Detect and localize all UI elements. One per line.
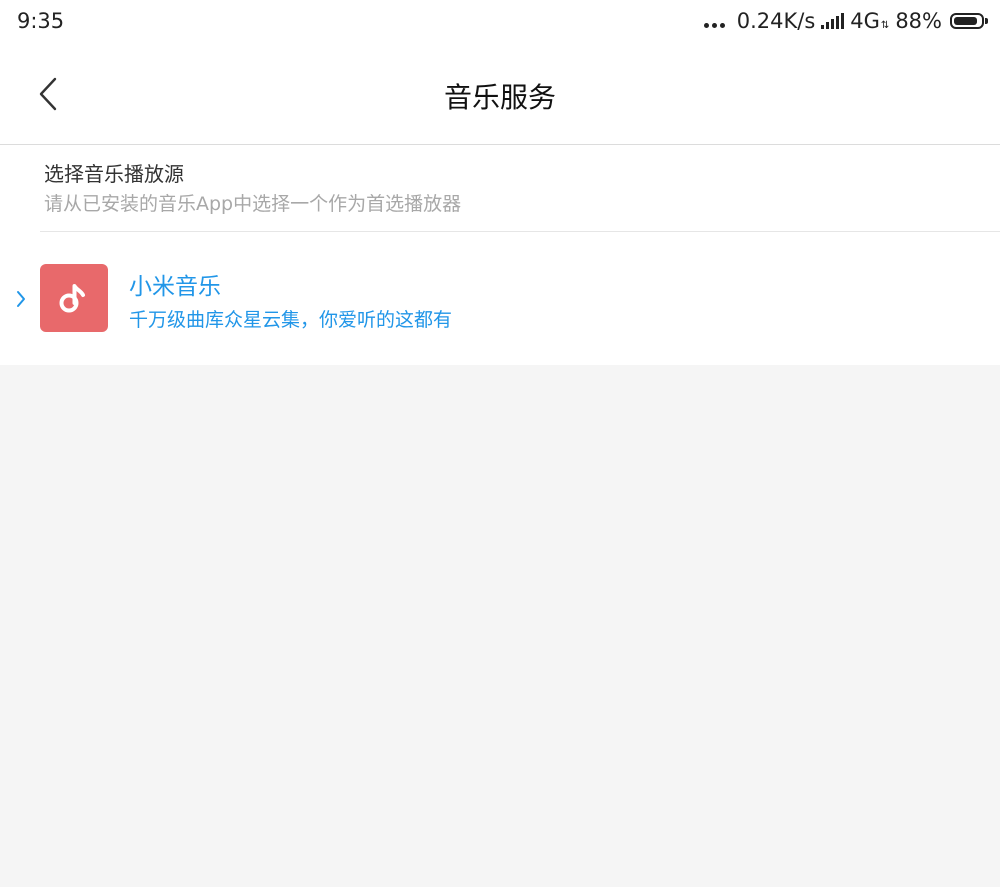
app-icon <box>40 264 108 332</box>
status-bar: 9:35 0.24K/s 4G ⇅ 88% <box>0 0 1000 44</box>
data-transfer-icon: ⇅ <box>880 20 890 31</box>
section-title: 选择音乐播放源 <box>44 162 184 186</box>
app-name: 小米音乐 <box>129 274 221 300</box>
player-item-xiaomi-music[interactable]: 小米音乐 千万级曲库众星云集，你爱听的这都有 <box>0 232 1000 365</box>
network-type-label: 4G <box>850 9 880 33</box>
chevron-right-icon <box>17 291 25 307</box>
content-panel: 9:35 0.24K/s 4G ⇅ 88% 音乐服务 选择音乐播放源 请从已安装… <box>0 0 1000 365</box>
page-title: 音乐服务 <box>443 81 556 114</box>
network-type: 4G ⇅ <box>850 9 889 33</box>
music-note-icon <box>59 284 85 313</box>
battery-fill <box>954 17 977 25</box>
signal-strength-icon <box>821 13 845 29</box>
battery-percent: 88% <box>895 9 942 33</box>
battery-tip <box>985 18 988 24</box>
status-indicators: 0.24K/s 4G ⇅ 88% <box>703 9 988 33</box>
status-time: 9:35 <box>17 9 65 33</box>
more-notifications-icon <box>703 12 725 30</box>
app-description: 千万级曲库众星云集，你爱听的这都有 <box>129 309 453 331</box>
section-header: 选择音乐播放源 请从已安装的音乐App中选择一个作为首选播放器 <box>44 160 984 218</box>
network-speed: 0.24K/s <box>736 9 816 33</box>
title-bar: 音乐服务 <box>0 44 1000 145</box>
battery-icon <box>950 13 988 29</box>
section-subtitle: 请从已安装的音乐App中选择一个作为首选播放器 <box>44 193 462 215</box>
